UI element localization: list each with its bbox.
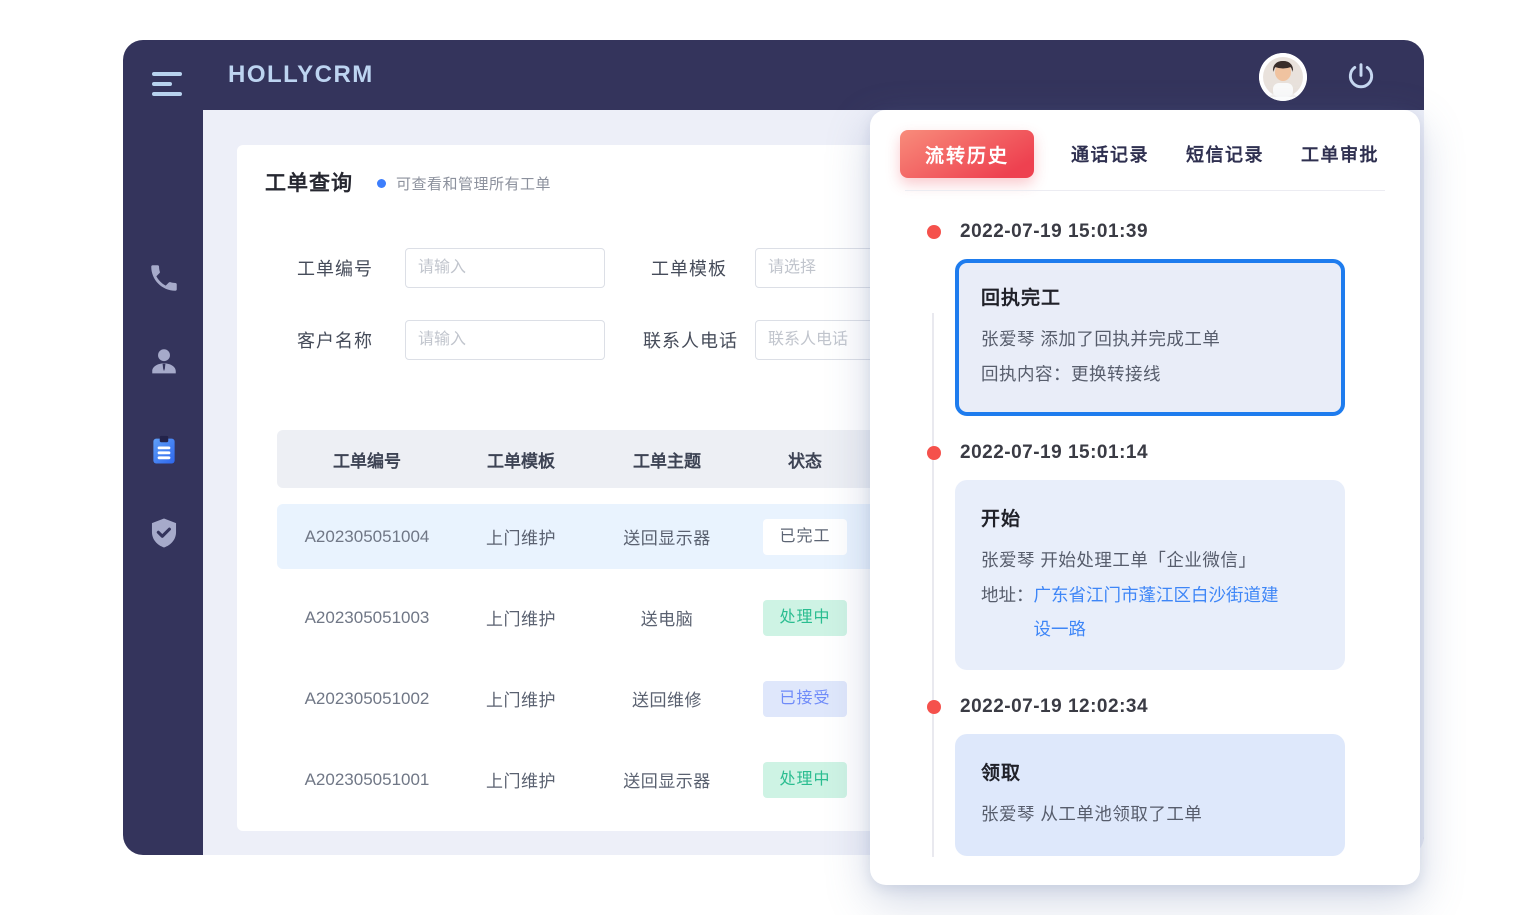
timeline-card: 领取张爱琴 从工单池领取了工单 — [955, 734, 1345, 856]
subtitle-dot-icon — [377, 179, 386, 188]
table-cell: A202305051003 — [277, 608, 457, 628]
status-badge: 已接受 — [763, 681, 847, 717]
filter-label: 联系人电话 — [622, 327, 738, 353]
filter-label: 客户名称 — [283, 327, 373, 353]
timeline-card-text: 张爱琴 添加了回执并完成工单 — [981, 322, 1319, 357]
column-header: 工单模板 — [457, 447, 585, 472]
page-title: 工单查询 — [265, 167, 353, 197]
tab-item[interactable]: 工单审批 — [1301, 141, 1379, 167]
timeline-card-text: 张爱琴 开始处理工单「企业微信」 — [981, 543, 1319, 578]
table-cell: A202305051001 — [277, 770, 457, 790]
table-cell: 送回显示器 — [585, 767, 749, 792]
tab-item[interactable]: 短信记录 — [1186, 141, 1264, 167]
table-cell: 上门维护 — [457, 686, 585, 711]
status-badge: 处理中 — [763, 600, 847, 636]
timeline-entry: 2022-07-19 12:02:34 领取张爱琴 从工单池领取了工单 — [870, 696, 1420, 856]
page-subtitle: 可查看和管理所有工单 — [396, 173, 551, 194]
timeline-entry: 2022-07-19 15:01:14 开始张爱琴 开始处理工单「企业微信」地址：… — [870, 442, 1420, 670]
timeline-card-title: 开始 — [981, 504, 1319, 531]
status-cell: 处理中 — [749, 762, 861, 798]
timeline-entry: 2022-07-19 15:01:39 回执完工张爱琴 添加了回执并完成工单回执内… — [870, 221, 1420, 416]
timeline-card: 开始张爱琴 开始处理工单「企业微信」地址：广东省江门市蓬江区白沙街道建设一路 — [955, 480, 1345, 670]
timeline-card-selected[interactable]: 回执完工张爱琴 添加了回执并完成工单回执内容：更换转接线 — [955, 259, 1345, 416]
work-order-detail-panel: 流转历史 通话记录 短信记录 工单审批 2022-07-19 15:01:39 回执完工… — [870, 110, 1420, 885]
timeline-timestamp: 2022-07-19 12:02:34 — [960, 696, 1148, 718]
timeline-card-text: 回执内容：更换转接线 — [981, 357, 1319, 392]
table-row[interactable]: A202305051002上门维护送回维修已接受 — [277, 666, 917, 731]
filter-label: 工单模板 — [637, 255, 727, 281]
timeline-card-text: 张爱琴 从工单池领取了工单 — [981, 797, 1319, 832]
table-row[interactable]: A202305051001上门维护送回显示器处理中 — [277, 747, 917, 812]
table-cell: 上门维护 — [457, 605, 585, 630]
table-cell: 送电脑 — [585, 605, 749, 630]
status-cell: 已接受 — [749, 681, 861, 717]
sidebar-item-contacts-icon[interactable] — [147, 345, 181, 379]
timeline-timestamp: 2022-07-19 15:01:39 — [960, 221, 1148, 243]
column-header: 工单编号 — [277, 447, 457, 472]
menu-hamburger-icon[interactable] — [152, 72, 184, 100]
timeline-dot-icon — [927, 225, 941, 239]
sidebar-item-phone-icon[interactable] — [147, 261, 181, 295]
column-header: 状态 — [749, 447, 861, 472]
timeline-timestamp: 2022-07-19 15:01:14 — [960, 442, 1148, 464]
address-label: 地址： — [981, 578, 1034, 612]
table-row[interactable]: A202305051004上门维护送回显示器已完工 — [277, 504, 917, 569]
address-row: 地址：广东省江门市蓬江区白沙街道建设一路 — [981, 578, 1319, 646]
order-id-input[interactable] — [405, 248, 605, 288]
filter-field: 工单编号 — [283, 248, 605, 288]
table-cell: 送回维修 — [585, 686, 749, 711]
address-link[interactable]: 广东省江门市蓬江区白沙街道建设一路 — [1034, 578, 1286, 646]
table-cell: 上门维护 — [457, 524, 585, 549]
tab-item[interactable]: 通话记录 — [1071, 141, 1149, 167]
table-row[interactable]: A202305051003上门维护送电脑处理中 — [277, 585, 917, 650]
status-cell: 处理中 — [749, 600, 861, 636]
customer-name-input[interactable] — [405, 320, 605, 360]
work-order-table: 工单编号工单模板工单主题状态 A202305051004上门维护送回显示器已完工… — [277, 430, 917, 812]
table-cell: A202305051002 — [277, 689, 457, 709]
sidebar-item-security-shield-icon[interactable] — [147, 516, 181, 550]
status-badge: 已完工 — [763, 519, 847, 555]
sidebar-item-workorder-clipboard-icon[interactable] — [147, 433, 181, 467]
status-cell: 已完工 — [749, 519, 861, 555]
timeline-card-title: 领取 — [981, 758, 1319, 785]
table-cell: 上门维护 — [457, 767, 585, 792]
table-header: 工单编号工单模板工单主题状态 — [277, 430, 917, 488]
avatar-image — [1259, 53, 1307, 101]
table-cell: 送回显示器 — [585, 524, 749, 549]
status-badge: 处理中 — [763, 762, 847, 798]
power-logout-icon[interactable] — [1345, 60, 1377, 92]
filter-label: 工单编号 — [283, 255, 373, 281]
column-header: 工单主题 — [585, 447, 749, 472]
timeline-dot-icon — [927, 700, 941, 714]
user-avatar[interactable] — [1259, 53, 1307, 101]
tab-circulation-history-active[interactable]: 流转历史 — [900, 130, 1034, 178]
table-cell: A202305051004 — [277, 527, 457, 547]
circulation-history-timeline: 2022-07-19 15:01:39 回执完工张爱琴 添加了回执并完成工单回执内… — [870, 191, 1420, 885]
timeline-card-title: 回执完工 — [981, 283, 1319, 310]
timeline-dot-icon — [927, 446, 941, 460]
brand-logo: HOLLYCRM — [228, 40, 374, 110]
filter-field: 客户名称 — [283, 320, 605, 360]
